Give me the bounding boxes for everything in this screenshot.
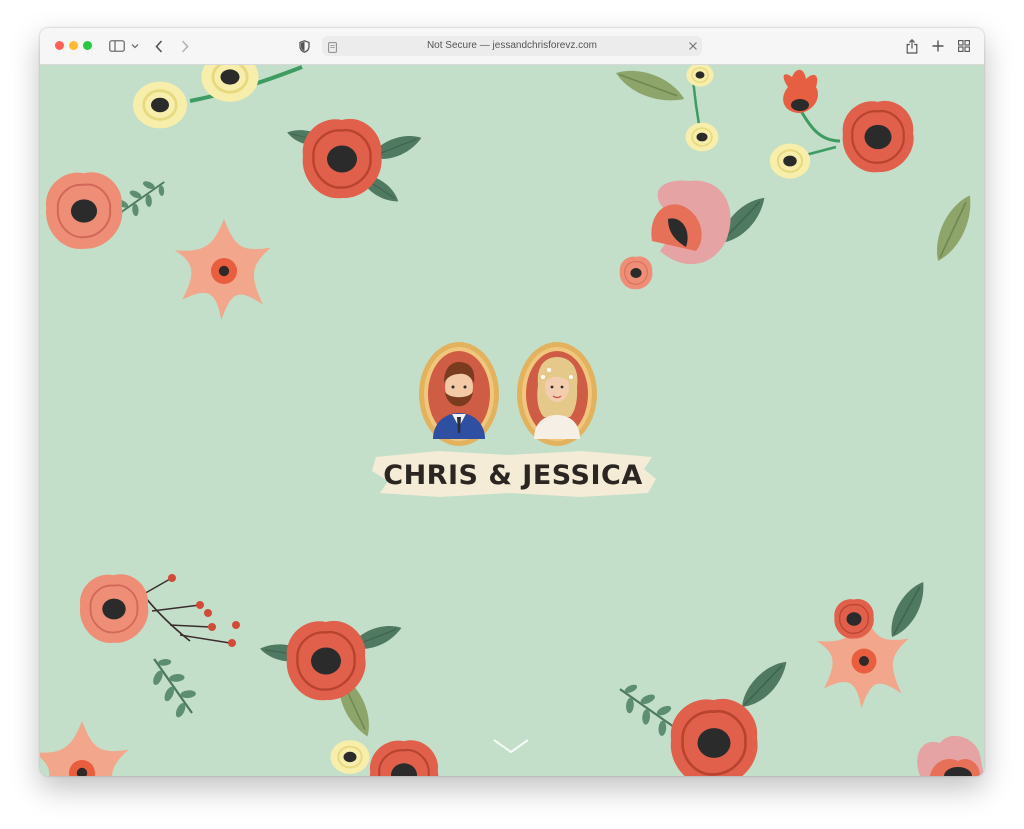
chevron-down-icon (131, 44, 139, 49)
chevron-down-icon (493, 739, 529, 754)
privacy-report-button[interactable] (297, 37, 311, 55)
tab-overview-button[interactable] (956, 37, 972, 55)
couple-title: CHRIS & JESSICA (383, 460, 643, 491)
floral-pattern (40, 65, 984, 776)
sidebar-icon (109, 40, 125, 52)
sidebar-toggle-button[interactable] (108, 37, 126, 55)
sidebar-menu-button[interactable] (129, 37, 141, 55)
back-button[interactable] (152, 37, 166, 55)
close-icon (689, 42, 697, 50)
privacy-shield-icon (298, 39, 310, 53)
zoom-window-button[interactable] (83, 41, 92, 50)
address-bar[interactable]: Not Secure — jessandchrisforevz.com (322, 36, 702, 56)
scroll-down-button[interactable] (492, 736, 530, 758)
groom-portrait (419, 342, 499, 446)
share-button[interactable] (904, 37, 920, 55)
browser-toolbar: Not Secure — jessandchrisforevz.com (40, 28, 984, 65)
tab-overview-icon (958, 40, 970, 52)
forward-button[interactable] (178, 37, 192, 55)
browser-window: Not Secure — jessandchrisforevz.com CHRI… (40, 28, 984, 776)
forward-icon (181, 39, 189, 53)
share-icon (906, 38, 918, 54)
new-tab-button[interactable] (930, 37, 946, 55)
new-tab-icon (932, 40, 944, 52)
wedding-page: CHRIS & JESSICA (40, 65, 984, 776)
close-window-button[interactable] (55, 41, 64, 50)
couple-name-banner: CHRIS & JESSICA (368, 449, 658, 509)
address-bar-text: Not Secure — jessandchrisforevz.com (426, 40, 598, 51)
bride-portrait (517, 342, 597, 446)
clear-address-button[interactable] (688, 39, 698, 58)
back-icon (155, 39, 163, 53)
minimize-window-button[interactable] (69, 41, 78, 50)
